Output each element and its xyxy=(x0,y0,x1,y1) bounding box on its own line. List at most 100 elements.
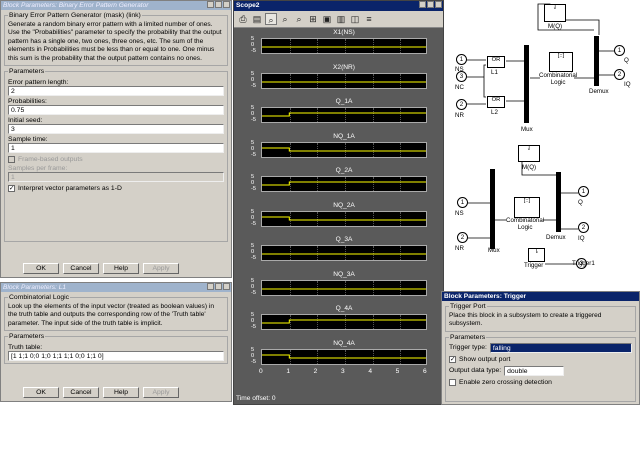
close-icon[interactable] xyxy=(223,283,230,290)
close-icon[interactable] xyxy=(435,1,442,8)
close-icon[interactable] xyxy=(223,1,230,8)
signal-selection-icon[interactable]: ≡ xyxy=(363,13,375,25)
cl-apply-button[interactable]: Apply xyxy=(143,387,179,398)
truth-table-field[interactable]: [1 1;1 0;0 1;0 1;1 1;1 0;0 1;1 0] xyxy=(8,351,224,362)
bep-title-bar[interactable]: Block Parameters: Binary Error Pattern G… xyxy=(1,1,231,10)
nr-inport-2[interactable]: 2 xyxy=(457,232,468,243)
q-label: Q xyxy=(624,57,629,64)
zero-crossing-checkbox[interactable]: Enable zero crossing detection xyxy=(449,378,632,386)
scope-axes[interactable] xyxy=(261,279,427,296)
output-dtype-select[interactable]: double xyxy=(504,365,565,376)
mux-label: Mux xyxy=(521,126,533,133)
cl-help-button[interactable]: Help xyxy=(103,387,139,398)
frame-based-label: Frame-based outputs xyxy=(18,156,83,164)
bep-apply-button[interactable]: Apply xyxy=(143,263,179,274)
cl-cancel-button[interactable]: Cancel xyxy=(63,387,99,398)
demux-bar[interactable] xyxy=(594,36,599,86)
trigger-title-bar[interactable]: Block Parameters: Trigger xyxy=(442,292,639,301)
minimize-icon[interactable] xyxy=(207,1,214,8)
maximize-icon[interactable] xyxy=(215,1,222,8)
cl-title-bar[interactable]: Block Parameters: L1 xyxy=(1,283,231,292)
bep-cancel-button[interactable]: Cancel xyxy=(63,263,99,274)
scope-axes[interactable] xyxy=(261,176,427,192)
trigger-block[interactable]: ⇂ xyxy=(528,248,545,262)
cl-description: Look up the elements of the input vector… xyxy=(8,303,214,327)
mux-bar[interactable] xyxy=(524,45,529,123)
err-len-label: Error pattern length: xyxy=(8,79,69,87)
bep-ok-button[interactable]: OK xyxy=(23,263,59,274)
prob-field[interactable]: 0.75 xyxy=(8,105,224,116)
ns-inport[interactable]: 1 xyxy=(456,54,467,65)
scope-axes[interactable] xyxy=(261,141,427,158)
scope-title-bar[interactable]: Scope2 xyxy=(234,1,443,11)
print-icon[interactable]: ⎙ xyxy=(237,13,249,25)
trigger1-label: Trigger1 xyxy=(572,260,595,267)
mq-block-2[interactable]: ⇃ xyxy=(518,145,540,162)
iq-outport[interactable]: 2 xyxy=(614,69,625,80)
err-len-field[interactable]: 2 xyxy=(8,86,224,97)
autoscale-icon[interactable]: ⊞ xyxy=(307,13,319,25)
scope-axes[interactable] xyxy=(261,348,427,365)
x-tick-label: 0 xyxy=(259,367,263,375)
nc-inport[interactable]: 3 xyxy=(456,71,467,82)
zoom-x-icon[interactable]: ⌕ xyxy=(279,13,291,25)
q-outport-2[interactable]: 1 xyxy=(578,186,589,197)
signal-trace xyxy=(262,319,426,324)
demux-bar-2[interactable] xyxy=(556,172,561,232)
mux-bar-2[interactable] xyxy=(490,169,495,249)
mq-block[interactable]: ⇃ xyxy=(544,4,566,22)
zoom-y-icon[interactable]: ⌕ xyxy=(293,13,305,25)
minimize-icon[interactable] xyxy=(419,1,426,8)
bep-params-group: Parameters Error pattern length: 2 Proba… xyxy=(4,68,228,243)
demux-label: Demux xyxy=(589,88,609,95)
zoom-icon[interactable]: ⌕ xyxy=(265,13,277,25)
scope-axes[interactable] xyxy=(261,72,427,89)
plot-title: NQ_3A xyxy=(333,270,355,278)
scope-axes[interactable] xyxy=(261,314,427,330)
scope-axes[interactable] xyxy=(261,38,427,54)
floating-scope-icon[interactable]: ◫ xyxy=(349,13,361,25)
comb-logic-block-2[interactable]: [::] xyxy=(514,197,540,218)
scope-window: Scope2 ⎙ ▤ ⌕ ⌕ ⌕ ⊞ ▣ ▥ ◫ ≡ X1(NS) 5 0 -5 X2(… xyxy=(233,0,444,405)
bep-help-button[interactable]: Help xyxy=(103,263,139,274)
x-tick-label: 5 xyxy=(395,367,400,375)
nr-inport[interactable]: 2 xyxy=(456,99,467,110)
plot-title: X1(NS) xyxy=(333,29,355,36)
maximize-icon[interactable] xyxy=(215,283,222,290)
maximize-icon[interactable] xyxy=(427,1,434,8)
ns-inport-2[interactable]: 1 xyxy=(457,197,468,208)
spf-field[interactable]: 1 xyxy=(8,172,224,183)
scope-axes[interactable] xyxy=(261,245,427,261)
signal-trace xyxy=(262,181,426,186)
show-output-port-checkbox[interactable]: ✓ Show output port xyxy=(449,355,632,363)
y-tick-label: -5 xyxy=(251,220,256,227)
plot-title: Q_1A xyxy=(335,98,353,105)
frame-based-checkbox[interactable]: Frame-based outputs xyxy=(8,156,224,164)
trigger-type-select[interactable]: falling xyxy=(489,342,632,353)
cl-ok-button[interactable]: OK xyxy=(23,387,59,398)
or-block-l2[interactable]: OR xyxy=(487,96,505,108)
trigger-dialog: Block Parameters: Trigger Trigger Port P… xyxy=(441,291,640,405)
scope-axes[interactable] xyxy=(261,107,427,123)
trigger-params-group: Parameters Trigger type: falling ✓ Show o… xyxy=(445,333,636,402)
scope-axes[interactable] xyxy=(261,210,427,227)
seed-field[interactable]: 3 xyxy=(8,124,224,135)
y-tick-label: -5 xyxy=(251,48,256,54)
sample-time-field[interactable]: 1 xyxy=(8,143,224,154)
comb-logic-block[interactable]: [::] xyxy=(549,52,573,72)
save-axes-icon[interactable]: ▣ xyxy=(321,13,333,25)
bep-mask-group: Binary Error Pattern Generator (mask) (l… xyxy=(4,12,228,67)
restore-axes-icon[interactable]: ▥ xyxy=(335,13,347,25)
plot-title: X2(NR) xyxy=(333,63,355,71)
q-outport[interactable]: 1 xyxy=(614,45,625,56)
or-block-l1[interactable]: OR xyxy=(487,56,505,68)
trigger-type-label: Trigger type: xyxy=(449,344,487,352)
iq-label-2: IQ xyxy=(578,235,585,242)
nr-label-2: NR xyxy=(455,245,464,252)
trigger-description: Place this block in a subsystem to creat… xyxy=(449,312,602,328)
iq-outport-2[interactable]: 2 xyxy=(578,222,589,233)
interpret-1d-checkbox[interactable]: ✓ Interpret vector parameters as 1-D xyxy=(8,185,224,193)
minimize-icon[interactable] xyxy=(207,283,214,290)
trigger-title: Block Parameters: Trigger xyxy=(444,293,527,300)
parameters-icon[interactable]: ▤ xyxy=(251,13,263,25)
